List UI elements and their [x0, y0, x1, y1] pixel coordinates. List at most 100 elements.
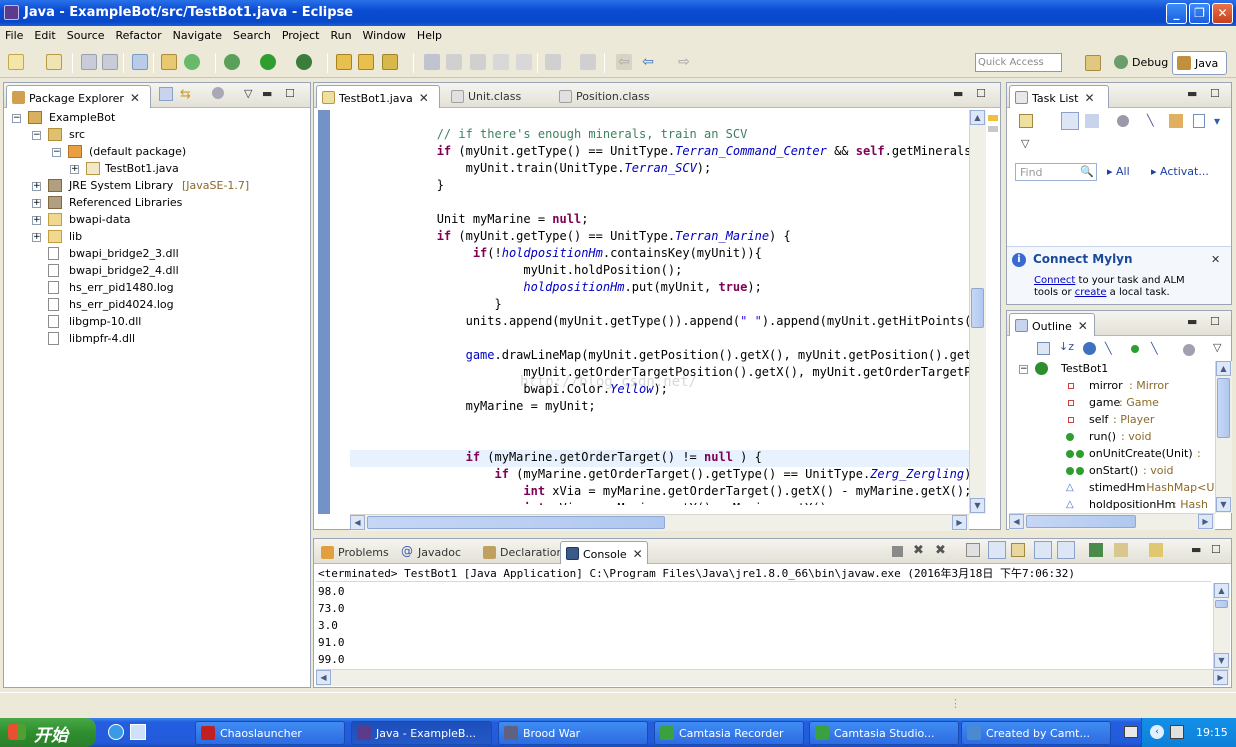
display-console-icon[interactable]: [1114, 543, 1128, 557]
minimize-view-icon[interactable]: ▬: [262, 87, 272, 100]
close-icon[interactable]: ✕: [419, 91, 429, 105]
sync-icon[interactable]: [1117, 115, 1129, 127]
tab-problems[interactable]: Problems: [316, 541, 394, 564]
menu-refactor[interactable]: Refactor: [111, 26, 168, 42]
tab-javadoc[interactable]: @ Javadoc: [396, 541, 480, 564]
quick-access-input[interactable]: Quick Access: [975, 53, 1062, 72]
menu-run[interactable]: Run: [325, 26, 357, 42]
editor-vertical-scrollbar[interactable]: ▲ ▼: [969, 110, 986, 514]
new-java-icon[interactable]: [46, 54, 62, 70]
show-hidden-icons-icon[interactable]: ‹: [1150, 725, 1164, 739]
open-type-icon[interactable]: [336, 54, 352, 70]
scroll-up-icon[interactable]: ▲: [1216, 361, 1231, 376]
code-editor[interactable]: // if there's enough minerals, train an …: [350, 127, 978, 505]
scroll-thumb[interactable]: [971, 288, 984, 328]
open-console-icon[interactable]: [1149, 543, 1163, 557]
collapse-icon[interactable]: [1193, 114, 1205, 128]
taskbar-item-chaoslauncher[interactable]: Chaoslauncher: [195, 721, 345, 745]
tab-package-explorer[interactable]: Package Explorer ✕: [6, 85, 151, 108]
outline-vertical-scrollbar[interactable]: ▲ ▼: [1215, 361, 1232, 513]
word-wrap-icon[interactable]: [1011, 543, 1025, 557]
minimize-button[interactable]: _: [1166, 3, 1187, 24]
task-marker-icon[interactable]: [988, 126, 998, 132]
close-icon[interactable]: ✕: [633, 547, 643, 561]
open-perspective-icon[interactable]: [1085, 55, 1101, 71]
scroll-right-icon[interactable]: ▶: [952, 515, 967, 530]
toggle-mark-icon[interactable]: [424, 54, 440, 70]
scheduled-icon[interactable]: [1085, 114, 1099, 128]
warning-marker-icon[interactable]: [988, 115, 998, 121]
pin-icon[interactable]: [132, 54, 148, 70]
show-whitespace-icon[interactable]: [493, 54, 509, 70]
link-editor-icon[interactable]: ⇆: [180, 87, 191, 102]
minimize-view-icon[interactable]: ▬: [1191, 543, 1201, 556]
remove-launch-icon[interactable]: ✖: [913, 543, 924, 558]
close-icon[interactable]: ✕: [1084, 91, 1094, 105]
next-annotation-icon[interactable]: [545, 54, 561, 70]
scroll-lock-icon[interactable]: [988, 541, 1006, 559]
maximize-button[interactable]: ❐: [1189, 3, 1210, 24]
scroll-down-icon[interactable]: ▼: [1216, 497, 1231, 512]
scroll-down-icon[interactable]: ▼: [1214, 653, 1229, 668]
ie-icon[interactable]: [108, 724, 124, 740]
show-desktop-icon[interactable]: [130, 724, 146, 740]
console-vertical-scrollbar[interactable]: ▲ ▼: [1213, 583, 1230, 669]
maximize-view-icon[interactable]: ☐: [1211, 543, 1221, 556]
clock[interactable]: 19:15: [1196, 726, 1228, 739]
open-resource-icon[interactable]: [358, 54, 374, 70]
console-output[interactable]: 98.0 73.0 3.0 91.0 99.0: [318, 583, 345, 668]
show-stderr-icon[interactable]: [1057, 541, 1075, 559]
keyboard-icon[interactable]: [1124, 726, 1138, 738]
scroll-left-icon[interactable]: ◀: [350, 515, 365, 530]
minimize-view-icon[interactable]: ▬: [1187, 87, 1197, 100]
scroll-down-icon[interactable]: ▼: [970, 498, 985, 513]
tray-app-icon[interactable]: [1170, 725, 1184, 739]
debug-icon[interactable]: [224, 54, 240, 70]
save-all-icon[interactable]: [102, 54, 118, 70]
prev-annotation-icon[interactable]: [580, 54, 596, 70]
maximize-view-icon[interactable]: ☐: [1210, 87, 1220, 100]
back-arrow-icon[interactable]: ⇦: [640, 54, 656, 70]
maximize-view-icon[interactable]: ☐: [285, 87, 295, 100]
menu-source[interactable]: Source: [62, 26, 111, 42]
close-button[interactable]: ✕: [1212, 3, 1233, 24]
scroll-thumb[interactable]: [1026, 515, 1136, 528]
collapse-all-icon[interactable]: [159, 87, 173, 101]
start-button[interactable]: 开始: [0, 718, 96, 747]
taskbar-item-eclipse[interactable]: Java - ExampleB...: [351, 721, 492, 745]
menu-window[interactable]: Window: [358, 26, 412, 42]
tab-unit-class[interactable]: Unit.class: [446, 85, 546, 108]
taskbar-item-brood-war[interactable]: Brood War: [498, 721, 648, 745]
taskbar-item-camtasia-studio[interactable]: Camtasia Studio...: [809, 721, 959, 745]
save-icon[interactable]: [81, 54, 97, 70]
menu-edit[interactable]: Edit: [29, 26, 61, 42]
scroll-thumb[interactable]: [367, 516, 665, 529]
tab-task-list[interactable]: Task List ✕: [1009, 85, 1109, 108]
scroll-thumb[interactable]: [1215, 600, 1228, 608]
hide-nonpublic-icon[interactable]: [1131, 345, 1139, 353]
menu-project[interactable]: Project: [277, 26, 326, 42]
minimize-view-icon[interactable]: ▬: [953, 87, 963, 100]
all-link[interactable]: ▸ All: [1107, 165, 1130, 178]
create-link[interactable]: create: [1075, 287, 1107, 298]
tab-position-class[interactable]: Position.class: [554, 85, 674, 108]
connect-link[interactable]: Connect: [1034, 275, 1075, 286]
view-menu-icon[interactable]: ▽: [1021, 137, 1029, 150]
remove-all-icon[interactable]: ✖: [935, 543, 946, 558]
last-edit-icon[interactable]: ⇦: [616, 54, 632, 70]
perspective-debug-button[interactable]: Debug: [1110, 51, 1172, 75]
scroll-right-icon[interactable]: ▶: [1198, 514, 1213, 529]
new-task-icon[interactable]: [1019, 114, 1033, 128]
menu-help[interactable]: Help: [412, 26, 448, 42]
hide-local-icon[interactable]: ╲: [1151, 342, 1158, 355]
scroll-thumb[interactable]: [1217, 378, 1230, 438]
scroll-left-icon[interactable]: ◀: [316, 670, 331, 685]
focus-icon[interactable]: [1169, 114, 1183, 128]
package-icon[interactable]: [161, 54, 177, 70]
search-icon[interactable]: 🔍: [1080, 165, 1094, 178]
clear-console-icon[interactable]: [966, 543, 980, 557]
sync-icon[interactable]: [1183, 344, 1195, 356]
block-select-icon[interactable]: [470, 54, 486, 70]
forward-arrow-icon[interactable]: ⇨: [676, 54, 692, 70]
outline-horizontal-scrollbar[interactable]: ◀ ▶: [1009, 513, 1215, 530]
